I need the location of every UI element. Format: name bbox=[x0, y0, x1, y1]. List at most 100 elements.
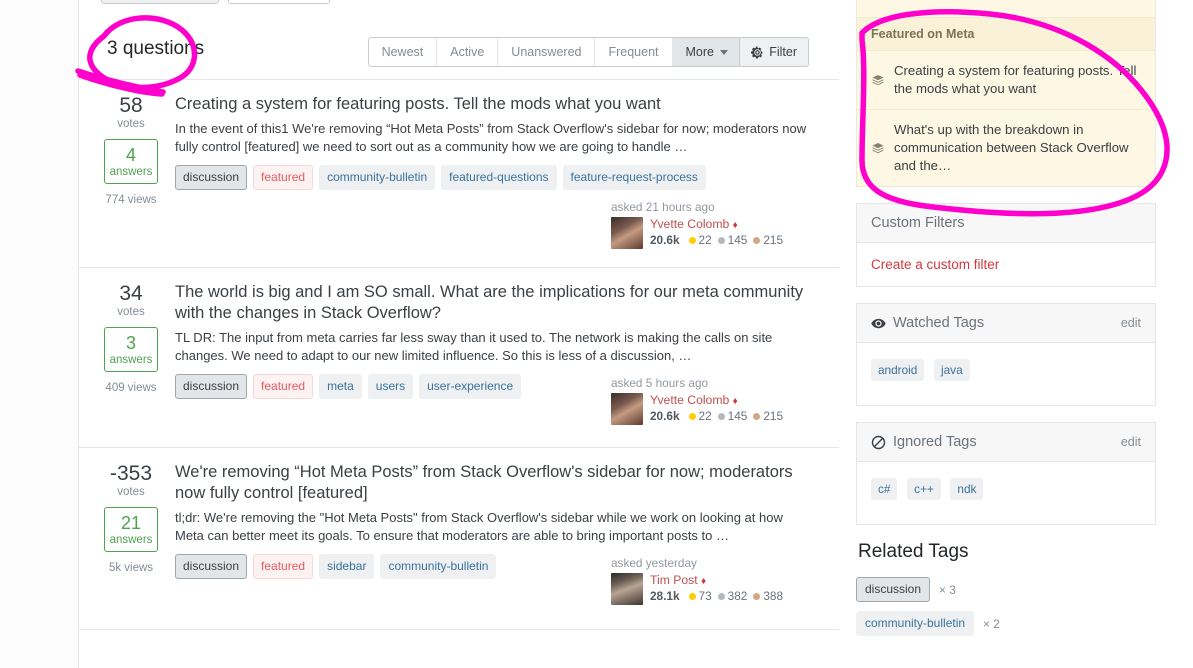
featured-item[interactable]: Creating a system for featuring posts. T… bbox=[857, 51, 1155, 110]
clipped-button-2[interactable] bbox=[228, 0, 330, 4]
watched-tag-java[interactable]: java bbox=[933, 359, 970, 381]
gold-badge-count: 22 bbox=[698, 233, 712, 247]
clipped-button-1[interactable] bbox=[101, 0, 219, 4]
votes-label: votes bbox=[117, 306, 145, 318]
question-title-link[interactable]: Creating a system for featuring posts. T… bbox=[175, 94, 811, 115]
user-name-link[interactable]: Yvette Colomb ♦ bbox=[650, 393, 783, 409]
user-reputation-badges: 28.1k 73 382 388 bbox=[650, 589, 783, 604]
tab-frequent[interactable]: Frequent bbox=[595, 38, 673, 66]
gold-badge-icon bbox=[688, 237, 696, 244]
tag-meta[interactable]: meta bbox=[319, 374, 362, 399]
answers-label: answers bbox=[109, 534, 153, 546]
bronze-badge-icon bbox=[753, 413, 761, 420]
tag-community-bulletin[interactable]: community-bulletin bbox=[319, 165, 436, 190]
ignored-tag-ndk[interactable]: ndk bbox=[950, 478, 984, 500]
avatar[interactable] bbox=[611, 393, 643, 425]
watched-tags-title: Watched Tags bbox=[893, 315, 985, 331]
tab-more-label: More bbox=[685, 45, 714, 59]
tag-featured-questions[interactable]: featured-questions bbox=[441, 165, 557, 190]
filter-button[interactable]: Filter bbox=[739, 37, 809, 67]
question-count: 3 questions bbox=[107, 38, 205, 59]
silver-badge-icon bbox=[717, 413, 725, 420]
bronze-badge-count: 215 bbox=[763, 409, 784, 423]
asked-timestamp: asked 21 hours ago bbox=[611, 200, 715, 214]
question-summary-row[interactable]: 34 votes 3 answers 409 views The world i… bbox=[79, 268, 839, 448]
featured-item[interactable]: What's up with the breakdown in communic… bbox=[857, 110, 1155, 186]
question-summary-row[interactable]: -353 votes 21 answers 5k views We're rem… bbox=[79, 448, 839, 630]
answer-count: 21 bbox=[120, 513, 142, 533]
related-tags-title: Related Tags bbox=[858, 541, 969, 562]
filter-button-label: Filter bbox=[769, 45, 797, 59]
question-title-link[interactable]: The world is big and I am SO small. What… bbox=[175, 282, 811, 324]
stack-icon bbox=[872, 143, 884, 154]
user-name-link[interactable]: Tim Post ♦ bbox=[650, 573, 783, 589]
tag-featured[interactable]: featured bbox=[253, 554, 314, 579]
silver-badge-icon bbox=[717, 593, 725, 600]
related-tag-row: discussion × 3 bbox=[856, 577, 1156, 602]
answer-count: 3 bbox=[125, 333, 136, 353]
avatar[interactable] bbox=[611, 217, 643, 249]
silver-badge-count: 382 bbox=[727, 589, 748, 603]
answers-label: answers bbox=[109, 166, 153, 178]
vote-count: 58 bbox=[119, 94, 143, 117]
related-tag-row: community-bulletin × 2 bbox=[856, 611, 1156, 636]
silver-badge-count: 145 bbox=[727, 409, 748, 423]
tab-active[interactable]: Active bbox=[437, 38, 499, 66]
ignored-tags-box: Ignored Tags edit c# c++ ndk bbox=[856, 422, 1156, 525]
ignored-tag-csharp[interactable]: c# bbox=[871, 478, 898, 500]
watched-tags-body: android java bbox=[857, 343, 1155, 405]
tag-community-bulletin[interactable]: community-bulletin bbox=[380, 554, 497, 579]
question-title-link[interactable]: We're removing “Hot Meta Posts” from Sta… bbox=[175, 462, 811, 504]
tag-discussion[interactable]: discussion bbox=[175, 554, 248, 579]
answer-count-box: 21 answers bbox=[104, 507, 158, 552]
question-stats: -353 votes 21 answers 5k views bbox=[87, 462, 175, 574]
avatar[interactable] bbox=[611, 573, 643, 605]
ignored-tags-edit-link[interactable]: edit bbox=[1121, 435, 1141, 449]
votes-label: votes bbox=[117, 486, 145, 498]
user-reputation-badges: 20.6k 22 145 215 bbox=[650, 233, 783, 248]
related-tag-count: × 3 bbox=[939, 582, 956, 597]
ignored-tags-title: Ignored Tags bbox=[893, 434, 977, 450]
asked-timestamp: asked 5 hours ago bbox=[611, 376, 709, 390]
related-tags-section: Related Tags discussion × 3 community-bu… bbox=[856, 541, 1156, 636]
tag-sidebar[interactable]: sidebar bbox=[319, 554, 375, 579]
question-stats: 34 votes 3 answers 409 views bbox=[87, 282, 175, 394]
question-user-card: asked 21 hours ago Yvette Colomb ♦ 20.6k… bbox=[611, 200, 811, 249]
create-custom-filter-link[interactable]: Create a custom filter bbox=[871, 257, 999, 272]
featured-item-text: What's up with the breakdown in communic… bbox=[894, 122, 1129, 173]
custom-filters-box: Custom Filters Create a custom filter bbox=[856, 203, 1156, 287]
watched-tag-android[interactable]: android bbox=[871, 359, 925, 381]
tag-featured[interactable]: featured bbox=[253, 374, 314, 399]
question-user-card: asked yesterday Tim Post ♦ 28.1k 73 382 … bbox=[611, 556, 811, 605]
gold-badge-count: 22 bbox=[698, 409, 712, 423]
tab-newest[interactable]: Newest bbox=[368, 38, 438, 66]
watched-tags-edit-link[interactable]: edit bbox=[1121, 316, 1141, 330]
featured-box-top-strip bbox=[856, 0, 1156, 18]
ignored-tag-cpp[interactable]: c++ bbox=[907, 478, 941, 500]
tag-discussion[interactable]: discussion bbox=[175, 374, 248, 399]
gold-badge-icon bbox=[688, 593, 696, 600]
tag-feature-request-process[interactable]: feature-request-process bbox=[562, 165, 706, 190]
questions-subheader: 3 questions Newest Active Unanswered Fre… bbox=[79, 28, 839, 80]
ignored-tags-body: c# c++ ndk bbox=[857, 462, 1155, 524]
related-tag-count: × 2 bbox=[983, 616, 1000, 631]
tab-unanswered[interactable]: Unanswered bbox=[498, 38, 596, 66]
tag-discussion[interactable]: discussion bbox=[175, 165, 248, 190]
bronze-badge-icon bbox=[753, 237, 761, 244]
related-tag-community-bulletin[interactable]: community-bulletin bbox=[856, 611, 975, 636]
tag-users[interactable]: users bbox=[367, 374, 414, 399]
question-body: Creating a system for featuring posts. T… bbox=[175, 94, 811, 190]
tag-featured[interactable]: featured bbox=[253, 165, 314, 190]
moderator-diamond-icon: ♦ bbox=[701, 576, 707, 587]
question-summary-row[interactable]: 58 votes 4 answers 774 views Creating a … bbox=[79, 80, 839, 268]
moderator-diamond-icon: ♦ bbox=[732, 220, 738, 231]
related-tag-discussion[interactable]: discussion bbox=[856, 577, 931, 602]
user-reputation-badges: 20.6k 22 145 215 bbox=[650, 409, 783, 424]
eye-icon bbox=[871, 318, 886, 328]
tag-user-experience[interactable]: user-experience bbox=[419, 374, 522, 399]
gold-badge-icon bbox=[688, 413, 696, 420]
custom-filters-title: Custom Filters bbox=[871, 215, 965, 231]
tab-more[interactable]: More bbox=[672, 38, 741, 66]
view-count: 409 views bbox=[105, 382, 157, 394]
user-name-link[interactable]: Yvette Colomb ♦ bbox=[650, 217, 783, 233]
